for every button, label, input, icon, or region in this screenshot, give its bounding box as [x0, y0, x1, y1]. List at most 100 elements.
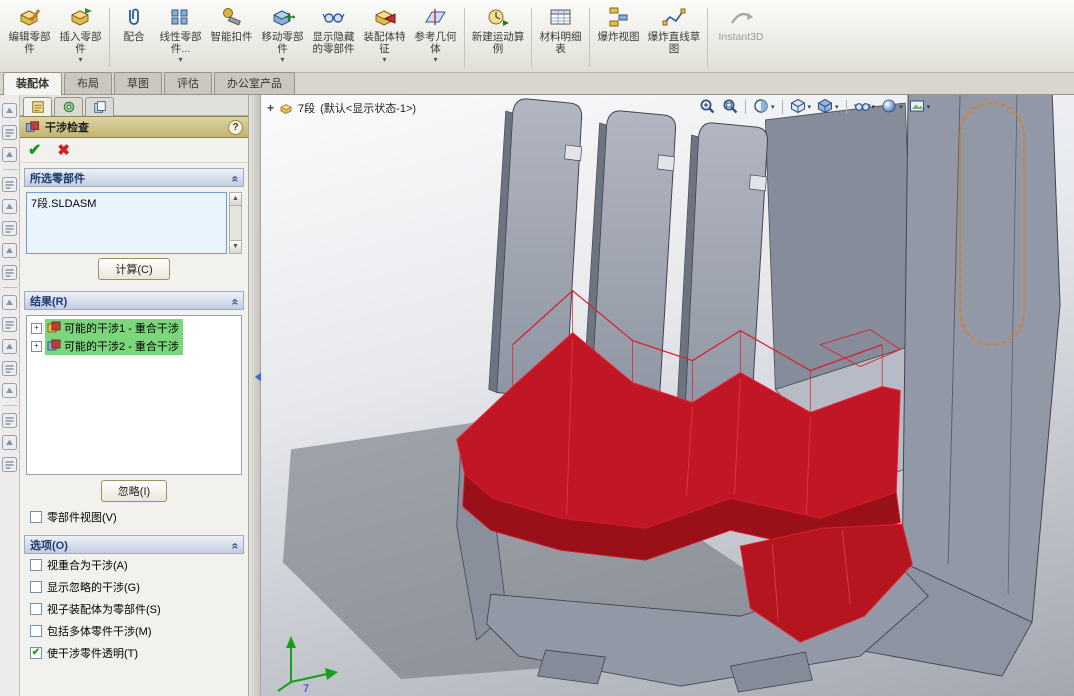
tab-office-products[interactable]: 办公室产品: [214, 72, 295, 94]
toolbar-button-mate[interactable]: 配合: [113, 3, 155, 72]
expand-icon[interactable]: +: [31, 322, 42, 334]
toolbar-separator: [589, 8, 590, 67]
checkbox-label: 视重合为干涉(A): [47, 560, 128, 572]
result-row[interactable]: + 可能的干涉1 - 重合干涉: [29, 319, 239, 337]
left-tool-icon-5[interactable]: [2, 199, 17, 214]
appearances-button[interactable]: ▾: [880, 97, 904, 116]
toolbar-button-instant3d[interactable]: Instant3D: [711, 3, 771, 72]
left-tool-icon-12[interactable]: [2, 361, 17, 376]
toolbar-button-reference-geometry[interactable]: 参考几何体 ▾: [410, 3, 461, 72]
toolbar-button-bill-of-materials[interactable]: 材料明细表: [535, 3, 586, 72]
component-view-checkbox[interactable]: 零部件视图(V): [24, 506, 244, 528]
flyout-feature-tree: + 7段 (默认<显示状态-1>): [267, 100, 416, 116]
dropdown-arrow-icon: ▾: [178, 55, 183, 65]
assembly-node-label[interactable]: 7段: [298, 100, 315, 116]
toolbar-button-smart-fasteners[interactable]: 智能扣件: [206, 3, 257, 72]
left-tool-icon-1[interactable]: [2, 103, 17, 118]
toolbar-button-insert-components[interactable]: 插入零部件 ▾: [55, 3, 106, 72]
calculate-button[interactable]: 计算(C): [98, 258, 170, 280]
scroll-down-icon[interactable]: ▼: [230, 240, 241, 253]
toolbar-button-label: 材料明细表: [539, 31, 582, 56]
section-header-label: 结果(R): [30, 295, 68, 308]
left-tool-icon-4[interactable]: [2, 177, 17, 192]
hud-separator: [781, 99, 783, 114]
scrollbar-track[interactable]: [230, 206, 241, 240]
toolbar-button-move-component[interactable]: 移动零部件 ▾: [257, 3, 308, 72]
checkbox-label: 显示忽略的干涉(G): [47, 582, 140, 594]
tab-featuremanager-tree[interactable]: [54, 97, 83, 116]
graphics-viewport[interactable]: + 7段 (默认<显示状态-1>) ▾ ▾ ▾ ▾ ▾ ▾ 7: [261, 95, 1074, 696]
coordinate-triad: 7: [277, 636, 338, 694]
checkbox-icon: [30, 647, 42, 659]
tab-propertymanager[interactable]: [23, 97, 52, 116]
tab-assembly[interactable]: 装配体: [3, 72, 62, 95]
tab-configurationmanager[interactable]: [85, 97, 114, 116]
ignore-button[interactable]: 忽略(I): [100, 480, 168, 502]
view-orientation-button[interactable]: ▾: [789, 97, 813, 116]
tab-layout[interactable]: 布局: [64, 72, 112, 94]
treat-subassemblies-as-components-checkbox[interactable]: 视子装配体为零部件(S): [24, 598, 244, 620]
left-tool-icon-7[interactable]: [2, 243, 17, 258]
hide-show-items-button[interactable]: ▾: [853, 97, 877, 116]
left-tool-icon-13[interactable]: [2, 383, 17, 398]
left-tool-icon-2[interactable]: [2, 125, 17, 140]
show-ignored-interferences-checkbox[interactable]: 显示忽略的干涉(G): [24, 576, 244, 598]
left-tool-icon-8[interactable]: [2, 265, 17, 280]
selected-components-header[interactable]: 所选零部件 «: [24, 168, 244, 187]
left-tool-icon-15[interactable]: [2, 435, 17, 450]
selected-components-listbox[interactable]: 7段.SLDASM: [26, 192, 227, 254]
treat-coincidence-as-interference-checkbox[interactable]: 视重合为干涉(A): [24, 554, 244, 576]
tree-expand-icon[interactable]: +: [267, 101, 274, 115]
toolbar-button-edit-component[interactable]: 编辑零部件: [4, 3, 55, 72]
toolbar-button-linear-component-pattern[interactable]: 线性零部件... ▾: [155, 3, 206, 72]
results-listbox[interactable]: + 可能的干涉1 - 重合干涉 + 可能的干涉2 - 重合干涉: [26, 315, 242, 475]
checkbox-label: 使干涉零件透明(T): [47, 648, 139, 660]
mate-icon: [122, 5, 146, 29]
left-tool-icon-3[interactable]: [2, 147, 17, 162]
commandmanager-tabbar: 装配体 布局 草图 评估 办公室产品: [0, 72, 1074, 95]
scroll-up-icon[interactable]: ▲: [230, 193, 241, 206]
chevron-up-icon: «: [228, 542, 243, 547]
hud-separator: [845, 99, 847, 114]
toolbar-button-assembly-features[interactable]: 装配体特征 ▾: [359, 3, 410, 72]
toolbar-button-exploded-view[interactable]: 爆炸视图: [593, 3, 644, 72]
ok-icon[interactable]: ✔: [28, 140, 41, 160]
zoom-fit-button[interactable]: [697, 97, 716, 116]
tab-sketch[interactable]: 草图: [114, 72, 162, 94]
toolbar-button-new-motion-study[interactable]: 新建运动算例: [468, 3, 528, 72]
propertymanager-title: 干涉检查: [45, 122, 89, 134]
chevron-up-icon: «: [228, 298, 243, 303]
make-interfering-parts-transparent-checkbox[interactable]: 使干涉零件透明(T): [24, 642, 244, 664]
display-style-button[interactable]: ▾: [816, 97, 840, 116]
result-row[interactable]: + 可能的干涉2 - 重合干涉: [29, 337, 239, 355]
zoom-area-button[interactable]: [720, 97, 739, 116]
scene-button[interactable]: ▾: [908, 97, 932, 116]
model-canvas[interactable]: [261, 95, 1074, 696]
left-tool-icon-6[interactable]: [2, 221, 17, 236]
left-tool-icon-14[interactable]: [2, 413, 17, 428]
result-label: 可能的干涉1 - 重合干涉: [64, 323, 179, 335]
checkbox-icon: [30, 559, 42, 571]
selected-component-item[interactable]: 7段.SLDASM: [31, 195, 222, 211]
toolbar-button-show-hidden-components[interactable]: 显示隐藏的零部件: [308, 3, 359, 72]
section-view-icon: [754, 99, 768, 113]
left-tool-icon-16[interactable]: [2, 457, 17, 472]
assembly-icon: [280, 103, 292, 114]
toolbar-button-explode-line-sketch[interactable]: 爆炸直线草图: [644, 3, 704, 72]
cancel-icon[interactable]: ✖: [57, 141, 70, 159]
left-tool-icon-10[interactable]: [2, 317, 17, 332]
toolbar-button-label: 线性零部件...: [159, 31, 202, 56]
assembly-features-icon: [373, 5, 397, 29]
panel-splitter[interactable]: [249, 95, 263, 696]
results-header[interactable]: 结果(R) «: [24, 291, 244, 310]
expand-icon[interactable]: +: [31, 340, 42, 352]
left-tool-icon-11[interactable]: [2, 339, 17, 354]
help-button[interactable]: ?: [228, 119, 243, 135]
smart-fasteners-icon: [220, 5, 244, 29]
options-header[interactable]: 选项(O) «: [24, 535, 244, 554]
left-tool-icon-9[interactable]: [2, 295, 17, 310]
section-view-button[interactable]: ▾: [752, 97, 776, 116]
tab-evaluate[interactable]: 评估: [164, 72, 212, 94]
propertymanager-title-bar: 干涉检查 ?: [20, 116, 248, 138]
include-multibody-part-interferences-checkbox[interactable]: 包括多体零件干涉(M): [24, 620, 244, 642]
